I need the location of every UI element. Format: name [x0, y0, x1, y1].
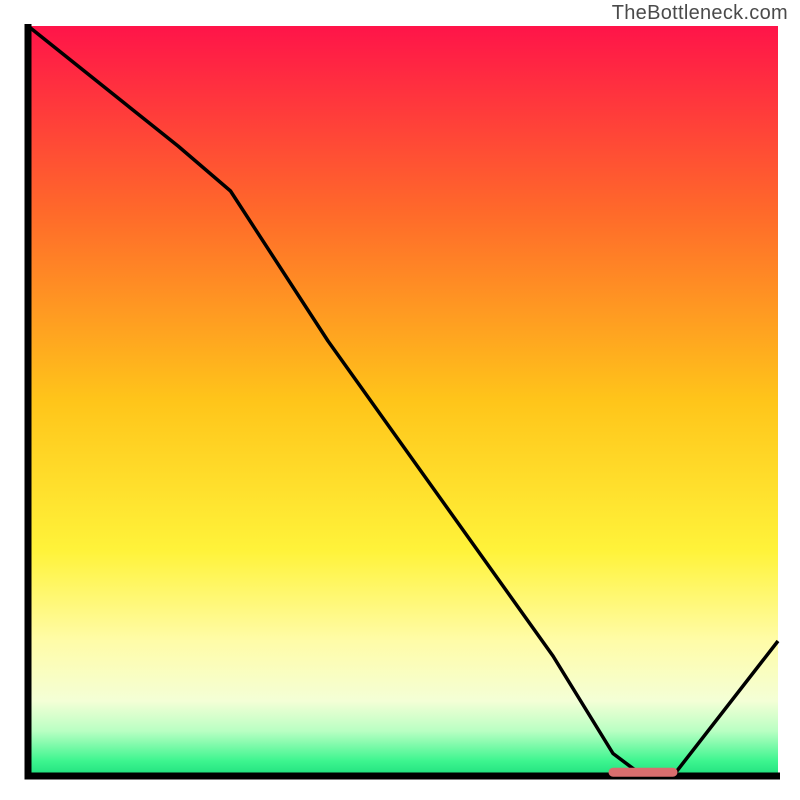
chart-svg [22, 24, 780, 782]
watermark-text: TheBottleneck.com [612, 2, 788, 25]
bottleneck-chart [22, 24, 780, 782]
gradient-background [28, 26, 778, 776]
